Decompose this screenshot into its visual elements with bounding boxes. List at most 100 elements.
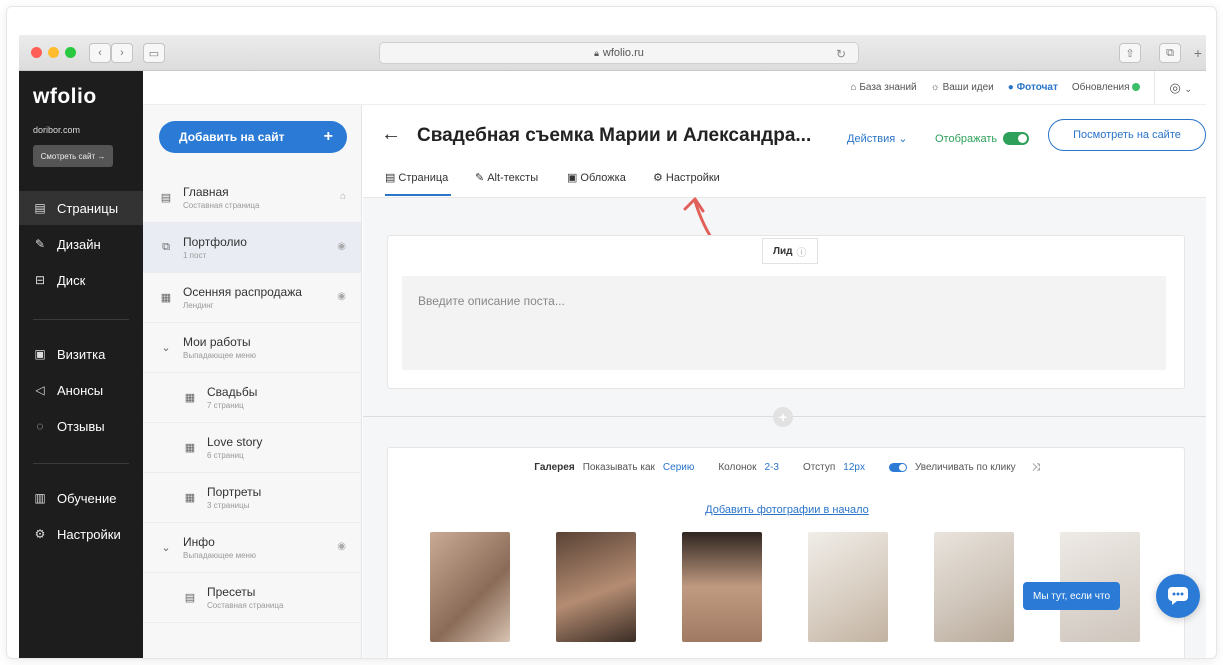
page-item-subtitle: Составная страница <box>183 201 260 210</box>
window-controls <box>31 47 76 58</box>
tab-cover[interactable]: ▣ Обложка <box>567 171 626 185</box>
sidebar-item-label: Дизайн <box>57 236 101 252</box>
photochat-link[interactable]: ● Фоточат <box>1008 82 1058 93</box>
gallery-photo[interactable] <box>682 532 762 642</box>
page-item-subtitle: Выпадающее меню <box>183 351 256 360</box>
page-item-portraits[interactable]: ▦ Портреты 3 страницы <box>143 473 361 523</box>
page-item-title: Главная <box>183 185 229 199</box>
tabs-icon[interactable]: ⧉ <box>1159 43 1181 63</box>
image-icon: ▣ <box>567 172 578 184</box>
ideas-link[interactable]: ☼ Ваши идеи <box>931 82 994 93</box>
top-bar: ⌂ База знаний ☼ Ваши идеи ● Фоточат Обно… <box>143 70 1206 105</box>
page-item-autumn-sale[interactable]: ▦ Осенняя распродажа Лендинг ◉ <box>143 273 361 323</box>
actions-dropdown[interactable]: Действия ⌄ <box>847 132 907 145</box>
sidebar-item-settings[interactable]: ⚙ Настройки <box>19 517 143 551</box>
browser-forward-button[interactable]: › <box>111 43 133 63</box>
chevron-down-icon[interactable]: ⌄ <box>159 541 173 554</box>
gap-select[interactable]: 12px <box>843 462 865 473</box>
close-window-dot[interactable] <box>31 47 42 58</box>
zoom-toggle[interactable] <box>888 463 907 472</box>
page-title: Свадебная съемка Марии и Александра... <box>417 125 812 146</box>
sidebar-item-label: Обучение <box>57 490 117 506</box>
add-to-site-button[interactable]: Добавить на сайт + <box>159 121 347 153</box>
page-item-info[interactable]: ⌄ Инфо Выпадающее меню ◉ <box>143 523 361 573</box>
tab-settings[interactable]: ⚙ Настройки <box>653 171 720 185</box>
knowledge-base-link[interactable]: ⌂ База знаний <box>850 82 916 93</box>
grid-icon: ▦ <box>184 392 196 404</box>
logo[interactable]: wfolio <box>33 85 97 109</box>
page-item-subtitle: 1 пост <box>183 251 207 260</box>
page-item-love-story[interactable]: ▦ Love story 6 страниц <box>143 423 361 473</box>
view-on-site-button[interactable]: Посмотреть на сайте <box>1048 119 1206 151</box>
toggle-switch[interactable] <box>1003 132 1030 145</box>
page-item-weddings[interactable]: ▦ Свадьбы 7 страниц <box>143 373 361 423</box>
columns-label: Колонок <box>718 462 757 473</box>
visibility-toggle[interactable]: Отображать <box>935 132 1030 145</box>
add-block-button[interactable]: + <box>773 407 793 427</box>
show-as-select[interactable]: Серию <box>663 462 694 473</box>
page-item-title: Инфо <box>183 535 215 549</box>
minimize-window-dot[interactable] <box>48 47 59 58</box>
page-item-title: Пресеты <box>207 585 256 599</box>
updates-link[interactable]: Обновления <box>1072 82 1141 93</box>
tab-label: Страница <box>398 171 449 184</box>
page-item-my-works[interactable]: ⌄ Мои работы Выпадающее меню <box>143 323 361 373</box>
maximize-window-dot[interactable] <box>65 47 76 58</box>
tab-alt-texts[interactable]: ✎ Alt-тексты <box>475 171 538 185</box>
sidebar-item-design[interactable]: ✎ Дизайн <box>19 227 143 261</box>
sidebar-toggle-icon[interactable]: ▭ <box>143 43 165 63</box>
sidebar-item-disk[interactable]: ⊟ Диск <box>19 263 143 297</box>
sidebar-item-learning[interactable]: ▥ Обучение <box>19 481 143 515</box>
browser-back-button[interactable]: ‹ <box>89 43 111 63</box>
sidebar-item-announcements[interactable]: ◁ Анонсы <box>19 373 143 407</box>
address-url: wfolio.ru <box>602 47 644 59</box>
columns-select[interactable]: 2-3 <box>764 462 778 473</box>
chevron-down-icon[interactable]: ⌄ <box>159 341 173 354</box>
share-icon[interactable]: ⇧ <box>1119 43 1141 63</box>
active-tab-indicator <box>385 194 451 196</box>
address-bar[interactable]: 🔒︎ wfolio.ru ↻ <box>379 42 859 64</box>
post-description-input[interactable]: Введите описание поста... <box>402 276 1166 370</box>
gallery-photo[interactable] <box>556 532 636 642</box>
brush-icon: ✎ <box>34 237 46 251</box>
view-site-button[interactable]: Смотреть сайт → <box>33 145 113 167</box>
gallery-options-bar: Галерея Показывать как Серию Колонок 2-3… <box>388 462 1186 473</box>
hidden-eye-icon[interactable]: ◉ <box>337 291 346 302</box>
sidebar-item-pages[interactable]: ▤ Страницы <box>19 191 143 225</box>
gallery-photo[interactable] <box>430 532 510 642</box>
sidebar-item-reviews[interactable]: ◌ Отзывы <box>19 409 143 443</box>
reload-icon[interactable]: ↻ <box>836 47 846 61</box>
page-item-subtitle: Лендинг <box>183 301 214 310</box>
updates-status-dot <box>1132 83 1141 92</box>
page-item-portfolio[interactable]: ⧉ Портфолио 1 пост ◉ <box>143 223 361 273</box>
back-arrow-button[interactable]: ← <box>381 123 401 146</box>
user-icon: ◎ <box>1169 79 1181 95</box>
hidden-eye-icon[interactable]: ◉ <box>337 241 346 252</box>
plus-icon: + <box>323 128 333 145</box>
add-photos-link[interactable]: Добавить фотографии в начало <box>388 504 1186 516</box>
updates-label: Обновления <box>1071 82 1130 93</box>
tab-page[interactable]: ▤ Страница <box>385 171 449 185</box>
account-menu[interactable]: ◎ ⌄ <box>1169 80 1192 96</box>
chat-icon <box>1168 587 1188 605</box>
page-item-home[interactable]: ▤ Главная Составная страница ⌂ <box>143 173 361 223</box>
show-as-label: Показывать как <box>582 462 655 473</box>
browser-toolbar: ‹ › ▭ 🔒︎ wfolio.ru ↻ ⇧ ⧉ + <box>19 35 1206 71</box>
pages-panel: Добавить на сайт + ▤ Главная Составная с… <box>143 105 362 658</box>
page-item-presets[interactable]: ▤ Пресеты Составная страница <box>143 573 361 623</box>
gallery-photo[interactable] <box>808 532 888 642</box>
chat-icon: ◌ <box>36 419 44 433</box>
hidden-eye-icon[interactable]: ◉ <box>337 541 346 552</box>
sidebar-item-label: Диск <box>57 272 86 288</box>
help-icon[interactable]: ⓘ <box>797 244 807 259</box>
gallery-photo[interactable] <box>934 532 1014 642</box>
shuffle-icon[interactable]: ⤨ <box>1032 462 1040 473</box>
gap-label: Отступ <box>802 462 836 473</box>
chat-bubble[interactable]: Мы тут, если что <box>1023 582 1121 610</box>
book-icon: ▥ <box>34 491 46 505</box>
sidebar-item-card[interactable]: ▣ Визитка <box>19 337 143 371</box>
chat-button[interactable] <box>1156 574 1200 618</box>
new-tab-icon[interactable]: + <box>1187 43 1209 63</box>
editor-area: ← Свадебная съемка Марии и Александра...… <box>363 105 1206 658</box>
visibility-label: Отображать <box>935 132 998 145</box>
